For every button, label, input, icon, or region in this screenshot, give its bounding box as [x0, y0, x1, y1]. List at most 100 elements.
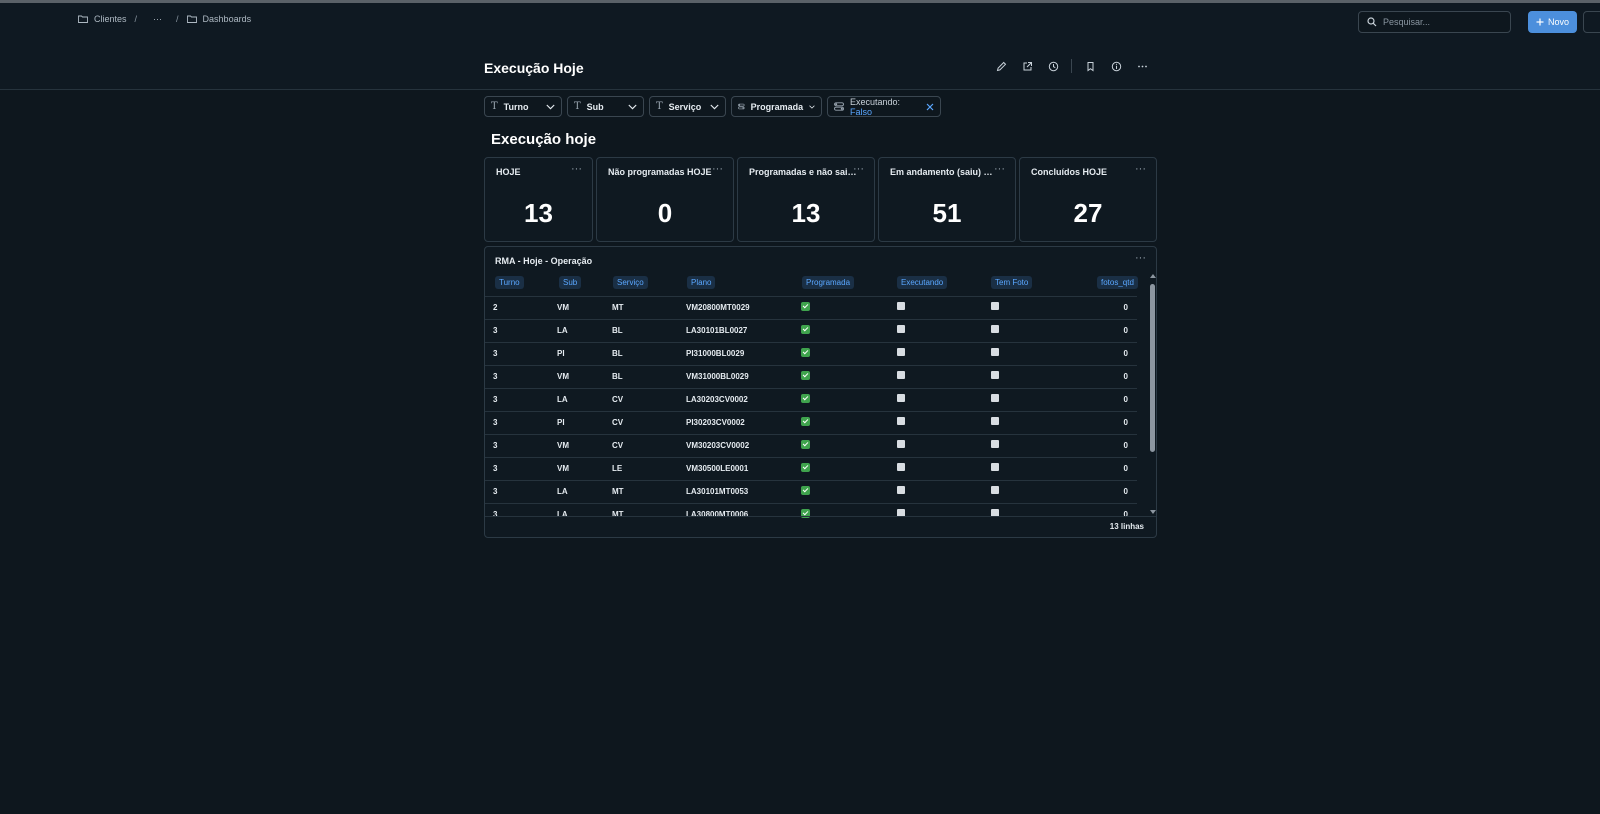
column-header-sub[interactable]: Sub [559, 276, 582, 289]
section-title: Execução hoje [491, 131, 597, 148]
breadcrumb-separator: / [134, 14, 138, 24]
column-header-fotos-qtd[interactable]: fotos_qtd [1097, 276, 1138, 289]
scroll-down-arrow[interactable] [1150, 510, 1156, 514]
kpi-menu-button[interactable]: ··· [994, 163, 1005, 175]
sidebar-toggle-button[interactable] [1583, 11, 1600, 33]
chevron-down-icon [546, 104, 555, 109]
history-button[interactable] [1045, 58, 1061, 74]
kpi-menu-button[interactable]: ··· [1135, 163, 1146, 175]
table-menu-button[interactable]: ··· [1135, 252, 1146, 264]
filter-sub[interactable]: T Sub [567, 96, 644, 117]
filter-servico[interactable]: T Serviço [649, 96, 726, 117]
kpi-menu-button[interactable]: ··· [571, 163, 582, 175]
kpi-title: Em andamento (saiu) H... [890, 167, 994, 177]
share-button[interactable] [1019, 58, 1035, 74]
new-button[interactable]: Novo [1528, 11, 1577, 33]
search-box[interactable] [1358, 11, 1511, 33]
cell-turno: 3 [493, 349, 498, 358]
filter-executando-value: Falso [850, 106, 873, 117]
cell-plano: LA30101MT0053 [686, 487, 749, 496]
kpi-value: 13 [524, 198, 553, 228]
table-row[interactable]: 3 VM BL VM31000BL0029 0 [485, 365, 1137, 388]
table-row[interactable]: 3 LA BL LA30101BL0027 0 [485, 319, 1137, 342]
filter-bar: T Turno T Sub T Serviço Programada Execu… [484, 96, 941, 117]
kpi-card-nao-programadas[interactable]: Não programadas HOJE ··· 0 [596, 157, 734, 242]
text-type-icon: T [656, 101, 663, 112]
cell-programada [801, 440, 810, 452]
cell-sub: VM [557, 303, 569, 312]
kpi-menu-button[interactable]: ··· [853, 163, 864, 175]
column-header-programada[interactable]: Programada [802, 276, 855, 289]
edit-button[interactable] [993, 58, 1009, 74]
cell-servico: CV [612, 441, 624, 450]
checkbox-empty-icon [991, 463, 999, 471]
table-row[interactable]: 3 PI CV PI30203CV0002 0 [485, 411, 1137, 434]
bookmark-button[interactable] [1082, 58, 1098, 74]
kpi-card-hoje[interactable]: HOJE ··· 13 [484, 157, 593, 242]
breadcrumb-separator: / [176, 14, 179, 24]
cell-turno: 3 [493, 326, 498, 335]
checkbox-empty-icon [897, 486, 905, 494]
breadcrumb-item-clientes[interactable]: Clientes [94, 14, 127, 24]
more-icon [1137, 65, 1147, 67]
checkbox-checked-icon [801, 371, 810, 380]
cell-turno: 3 [493, 487, 498, 496]
table-row[interactable]: 3 LA MT LA30101MT0053 0 [485, 480, 1137, 503]
page-title: Execução Hoje [484, 60, 584, 76]
kpi-menu-button[interactable]: ··· [712, 163, 723, 175]
table-row[interactable]: 2 VM MT VM20800MT0029 0 [485, 296, 1137, 319]
pencil-icon [996, 61, 1006, 71]
cell-sub: LA [557, 487, 568, 496]
cell-sub: LA [557, 395, 568, 404]
clock-icon [1048, 61, 1058, 71]
table-row[interactable]: 3 VM CV VM30203CV0002 0 [485, 434, 1137, 457]
top-bar: Clientes / ··· / Dashboards Novo Execuçã… [0, 3, 1600, 90]
cell-programada [801, 371, 810, 383]
folder-icon [186, 15, 197, 23]
column-header-executando[interactable]: Executando [897, 276, 948, 289]
filter-programada[interactable]: Programada [731, 96, 822, 117]
cell-executando [897, 394, 905, 405]
kpi-card-concluidos[interactable]: Concluídos HOJE ··· 27 [1019, 157, 1157, 242]
column-header-tem-foto[interactable]: Tem Foto [991, 276, 1033, 289]
cell-servico: MT [612, 487, 624, 496]
close-icon[interactable] [926, 103, 934, 111]
kpi-card-programadas-nao-sairam[interactable]: Programadas e não saira... ··· 13 [737, 157, 875, 242]
cell-plano: PI31000BL0029 [686, 349, 745, 358]
cell-turno: 2 [493, 303, 498, 312]
kpi-row: HOJE ··· 13 Não programadas HOJE ··· 0 P… [484, 157, 1157, 242]
checkbox-empty-icon [991, 394, 999, 402]
filter-executando[interactable]: Executando: Falso [827, 96, 941, 117]
column-header-servico[interactable]: Serviço [613, 276, 648, 289]
vertical-scrollbar[interactable] [1150, 284, 1155, 452]
cell-programada [801, 394, 810, 406]
checkbox-checked-icon [801, 325, 810, 334]
cell-programada [801, 486, 810, 498]
table-row[interactable]: 3 VM LE VM30500LE0001 0 [485, 457, 1137, 480]
cell-fotos-qtd: 0 [1123, 464, 1128, 473]
column-header-plano[interactable]: Plano [687, 276, 716, 289]
checkbox-empty-icon [991, 325, 999, 333]
kpi-card-em-andamento[interactable]: Em andamento (saiu) H... ··· 51 [878, 157, 1016, 242]
scroll-up-arrow[interactable] [1150, 274, 1156, 278]
checkbox-empty-icon [991, 486, 999, 494]
cell-plano: VM30500LE0001 [686, 464, 749, 473]
search-input[interactable] [1383, 17, 1503, 27]
cell-executando [897, 302, 905, 313]
cell-servico: LE [612, 464, 623, 473]
checkbox-empty-icon [897, 463, 905, 471]
cell-plano: VM30203CV0002 [686, 441, 750, 450]
checkbox-checked-icon [801, 394, 810, 403]
column-header-turno[interactable]: Turno [495, 276, 524, 289]
table-row[interactable]: 3 PI BL PI31000BL0029 0 [485, 342, 1137, 365]
cell-tem-foto [991, 302, 999, 313]
breadcrumb-item-ellipsis[interactable]: ··· [153, 14, 162, 24]
chevron-down-icon [628, 104, 637, 109]
more-button[interactable] [1134, 58, 1150, 74]
cell-sub: LA [557, 326, 568, 335]
info-button[interactable] [1108, 58, 1124, 74]
filter-turno[interactable]: T Turno [484, 96, 562, 117]
cell-turno: 3 [493, 441, 498, 450]
table-row[interactable]: 3 LA CV LA30203CV0002 0 [485, 388, 1137, 411]
breadcrumb-item-dashboards[interactable]: Dashboards [203, 14, 252, 24]
